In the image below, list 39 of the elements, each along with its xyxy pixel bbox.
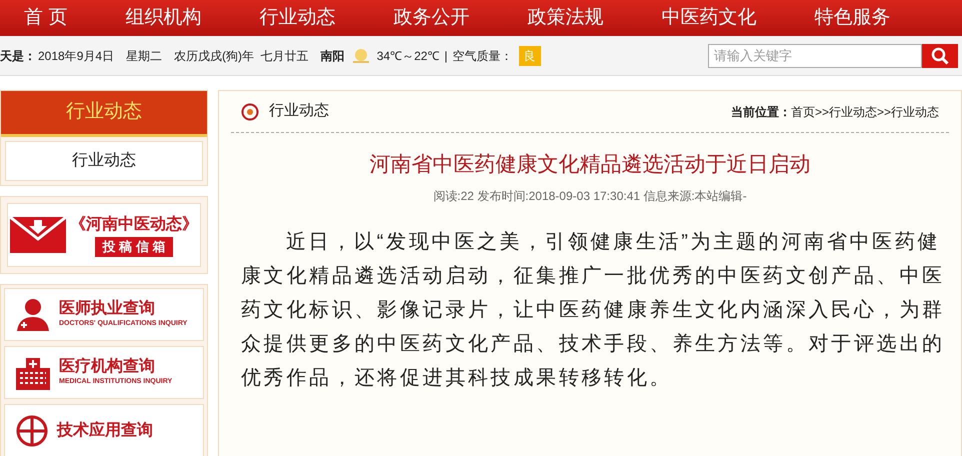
search-field[interactable]: 请输入关键字 [708, 44, 922, 68]
query-title: 医疗机构查询 [59, 357, 156, 378]
nav-link[interactable]: 特色服务 [794, 3, 910, 33]
air-quality-label: 空气质量： [452, 48, 513, 64]
article-meta: 阅读:22 发布时间:2018-09-03 17:30:41 信息来源:本站编辑- [432, 188, 748, 204]
search-button[interactable] [922, 44, 958, 68]
nav-link[interactable]: 中医药文化 [641, 3, 776, 33]
nav-link[interactable]: 首 页 [4, 3, 88, 33]
article-title: 河南省中医药健康文化精品遴选活动于近日启动 [368, 152, 812, 178]
nav-link[interactable]: 行业动态 [239, 3, 356, 33]
target-icon [241, 102, 259, 120]
separator: | [444, 48, 448, 64]
city-name: 南阳 [320, 48, 345, 64]
query-title: 技术应用查询 [57, 420, 153, 440]
weekday-text: 星期二 [126, 48, 162, 64]
submission-banner[interactable]: 《河南中医动态》 投 稿 信 箱 [7, 203, 201, 267]
doctor-icon [15, 296, 51, 332]
lunar-date: 农历戊戌(狗)年 七月廿五 [174, 48, 309, 64]
temperature: 34℃～22℃ [376, 48, 440, 64]
nav-link[interactable]: 政策法规 [507, 3, 624, 33]
article-paragraph: 近日，以“发现中医之美，引领健康生活”为主题的河南省中医药健康文化精品遴选活动启动，征集推广一批优秀的中医药文创产品、中医药文化标识、影像记录片，让中医药健康养生文化内涵深入民心，为群众提供更多的中医药文化产品、技术手段、养生方法等。对于评选出的优秀作品，还将促进其科技成果转移转化。 [241, 230, 946, 390]
query-link[interactable]: 技术应用查询 [4, 404, 204, 456]
sidebar-title: 行业动态 [1, 91, 207, 137]
breadcrumb: 首页>>行业动态>>行业动态 [790, 104, 939, 120]
air-quality-badge: 良 [518, 46, 541, 66]
nav-link[interactable]: 组织机构 [105, 3, 222, 33]
envelope-icon [10, 217, 66, 253]
section-title: 行业动态 [269, 101, 329, 122]
today-label: 天是： [0, 48, 36, 64]
globe-icon [15, 414, 49, 448]
banner-title: 《河南中医动态》 [70, 214, 198, 236]
sidebar-item[interactable]: 行业动态 [5, 141, 203, 181]
query-title: 医师执业查询 [59, 299, 156, 320]
breadcrumb-label: 当前位置： [730, 104, 791, 120]
date-text: 2018年9月4日 [38, 48, 114, 64]
banner-subtitle: 投 稿 信 箱 [94, 237, 174, 257]
nav-link[interactable]: 政务公开 [373, 3, 490, 33]
hospital-icon [15, 356, 51, 390]
search-icon [931, 46, 949, 64]
